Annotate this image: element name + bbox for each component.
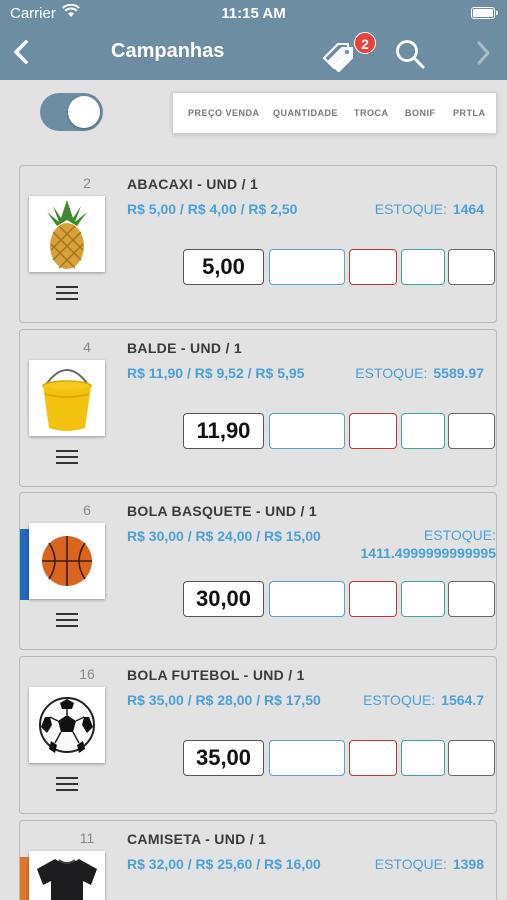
bonif-input[interactable]: [401, 413, 445, 449]
basketball-icon: [42, 536, 92, 586]
column-troca: TROCA: [354, 108, 389, 118]
stock-value: 1398: [452, 856, 484, 872]
product-name: CAMISETA - UND / 1: [127, 831, 267, 847]
bonif-input[interactable]: [401, 249, 445, 285]
product-number: 16: [79, 666, 95, 682]
product-name: BOLA FUTEBOL - UND / 1: [127, 667, 305, 683]
product-stock: ESTOQUE: 1464: [375, 201, 484, 217]
column-prtla: PRTLA: [453, 108, 486, 118]
battery-icon: [471, 7, 498, 19]
back-chevron-icon[interactable]: [8, 36, 36, 68]
prtla-input[interactable]: [448, 249, 495, 285]
product-number: 6: [83, 502, 91, 518]
product-stock: ESTOQUE: 1398: [375, 856, 484, 872]
column-bonif: BONIF: [405, 108, 436, 118]
drag-handle-icon[interactable]: [56, 613, 78, 627]
product-stock: ESTOQUE: 1411.4999999999995: [336, 526, 496, 562]
soccer-ball-icon: [39, 697, 95, 753]
price-input[interactable]: 11,90: [183, 413, 264, 449]
product-stock: ESTOQUE: 5589.97: [355, 365, 484, 381]
product-image: [29, 523, 105, 599]
column-quantidade: QUANTIDADE: [273, 108, 338, 118]
product-stock: ESTOQUE: 1564.7: [363, 692, 484, 708]
product-image: [29, 196, 105, 272]
product-name: ABACAXI - UND / 1: [127, 176, 259, 192]
price-input[interactable]: 35,00: [183, 740, 264, 776]
product-prices: R$ 32,00 / R$ 25,60 / R$ 16,00: [127, 856, 321, 872]
stock-value: 1411.4999999999995: [360, 545, 496, 561]
quantity-input[interactable]: [269, 740, 345, 776]
bonif-input[interactable]: [401, 740, 445, 776]
product-card[interactable]: 6 BOLA BASQUETE - UND / 1 R$ 30,00 / R$ …: [19, 492, 497, 650]
column-header: PREÇO VENDA QUANTIDADE TROCA BONIF PRTLA: [172, 92, 497, 134]
product-name: BALDE - UND / 1: [127, 340, 242, 356]
search-icon[interactable]: [394, 38, 426, 70]
toggle-knob: [68, 96, 100, 128]
status-time: 11:15 AM: [221, 5, 286, 22]
category-stripe: [20, 857, 29, 900]
troca-input[interactable]: [349, 249, 397, 285]
category-stripe: [20, 529, 29, 600]
stock-label: ESTOQUE:: [363, 692, 436, 708]
stock-label: ESTOQUE:: [374, 201, 447, 217]
forward-chevron-icon[interactable]: [471, 38, 495, 68]
stock-value: 5589.97: [433, 365, 484, 381]
prtla-input[interactable]: [448, 413, 495, 449]
product-image: [29, 851, 105, 900]
troca-input[interactable]: [349, 581, 397, 617]
product-card[interactable]: 2 ABACAXI - UND / 1 R$ 5,00 / R$ 4,00 / …: [19, 165, 497, 323]
drag-handle-icon[interactable]: [56, 450, 78, 464]
product-number: 4: [83, 339, 91, 355]
product-prices: R$ 30,00 / R$ 24,00 / R$ 15,00: [127, 528, 321, 544]
notification-badge: 2: [354, 32, 376, 54]
navigation-bar: Campanhas 2: [0, 26, 507, 80]
toggle-switch[interactable]: [40, 93, 103, 131]
price-input[interactable]: 30,00: [183, 581, 264, 617]
troca-input[interactable]: [349, 740, 397, 776]
price-input[interactable]: 5,00: [183, 249, 264, 285]
product-prices: R$ 35,00 / R$ 28,00 / R$ 17,50: [127, 692, 321, 708]
page-title: Campanhas: [111, 40, 225, 62]
product-image: [29, 360, 105, 436]
stock-label: ESTOQUE:: [355, 365, 428, 381]
stock-value: 1564.7: [441, 692, 484, 708]
quantity-input[interactable]: [269, 249, 345, 285]
stock-value: 1464: [452, 201, 484, 217]
status-bar: Carrier 11:15 AM: [0, 0, 507, 26]
product-card[interactable]: 16 BOLA FUTEBOL - UND / 1 R$ 35,00 / R$ …: [19, 656, 497, 814]
troca-input[interactable]: [349, 413, 397, 449]
prtla-input[interactable]: [448, 581, 495, 617]
product-card[interactable]: 11 CAMISETA - UND / 1 R$ 32,00 / R$ 25,6…: [19, 820, 497, 900]
product-name: BOLA BASQUETE - UND / 1: [127, 503, 317, 519]
quantity-input[interactable]: [269, 581, 345, 617]
product-image: [29, 687, 105, 763]
tshirt-icon: [37, 859, 97, 900]
pineapple-icon: [47, 200, 87, 269]
column-preco-venda: PREÇO VENDA: [188, 108, 260, 118]
product-prices: R$ 11,90 / R$ 9,52 / R$ 5,95: [127, 365, 305, 381]
product-prices: R$ 5,00 / R$ 4,00 / R$ 2,50: [127, 201, 298, 217]
product-number: 11: [79, 830, 95, 846]
bonif-input[interactable]: [401, 581, 445, 617]
quantity-input[interactable]: [269, 413, 345, 449]
product-card[interactable]: 4 BALDE - UND / 1 R$ 11,90 / R$ 9,52 / R…: [19, 329, 497, 487]
stock-label: ESTOQUE:: [374, 856, 447, 872]
prtla-input[interactable]: [448, 740, 495, 776]
bucket-icon: [42, 369, 92, 431]
product-number: 2: [83, 175, 91, 191]
stock-label: ESTOQUE:: [423, 527, 496, 543]
drag-handle-icon[interactable]: [56, 286, 78, 300]
drag-handle-icon[interactable]: [56, 777, 78, 791]
